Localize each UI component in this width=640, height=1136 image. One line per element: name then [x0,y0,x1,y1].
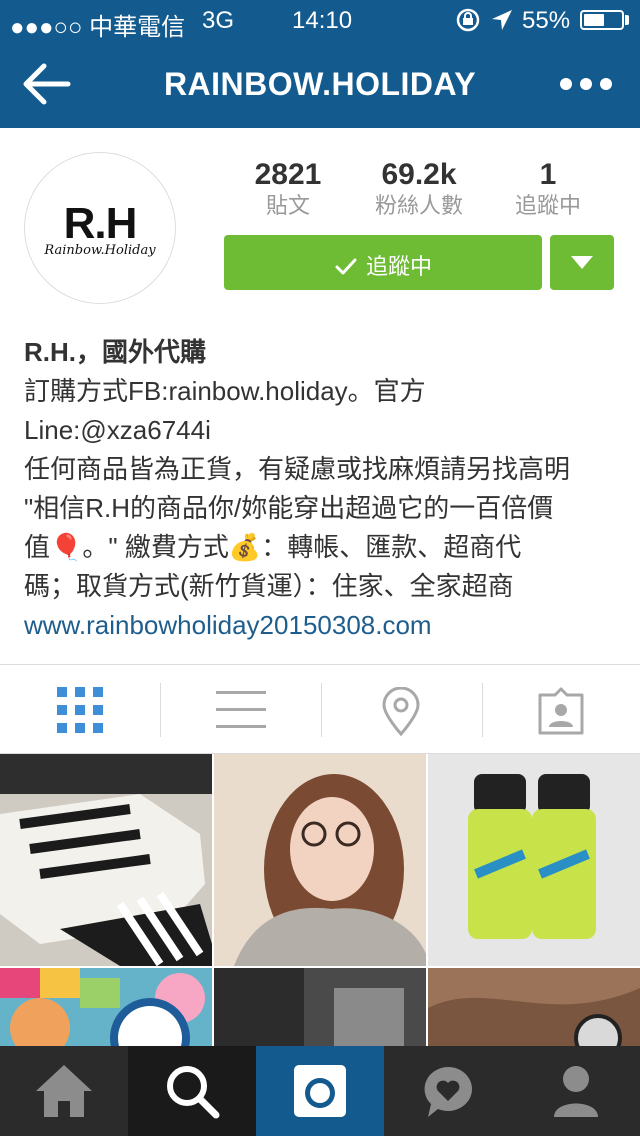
location-arrow-icon [492,10,512,30]
checkmark-icon [335,258,357,275]
tab-tagged-photos[interactable] [482,665,640,753]
profile-icon [554,1066,598,1117]
navigation-bar: RAINBOW.HOLIDAY [0,40,640,128]
page-title: RAINBOW.HOLIDAY [163,66,477,102]
photo-thumbnail[interactable] [428,754,640,966]
photo-thumbnail[interactable] [0,754,212,966]
following-count: 1 [539,158,557,191]
sneaker-photo-image [0,754,212,966]
bio-line: 訂購方式FB:rainbow.holiday。官方 [24,376,426,406]
posts-label: 貼文 [265,193,310,218]
battery-percent: 55% [522,7,571,34]
tab-profile[interactable] [512,1046,640,1136]
profile-avatar[interactable]: R.H Rainbow.Holiday [24,152,176,304]
activity-heart-icon [424,1067,472,1117]
tab-home[interactable] [0,1046,128,1136]
more-dots-icon [560,78,612,90]
location-pin-icon [382,687,420,737]
list-icon [216,691,266,728]
battery-level [584,14,604,26]
bio-line: 任何商品皆為正貨，有疑慮或找麻煩請另找高明 [24,454,571,484]
water-bottles-photo-image [428,754,640,966]
photo-grid [0,754,640,1046]
carrier-label: ●●●○○ 中華電信 [10,14,186,41]
portrait-photo-image [214,754,426,966]
camera-icon [294,1065,346,1117]
photo-thumbnail[interactable] [428,968,640,1046]
profile-name: R.H.，國外代購 [24,337,207,367]
profile-view-tabs [0,664,640,754]
fabric-watch-photo-image [428,968,640,1046]
bio-line: 碼；取貨方式(新竹貨運）：住家、全家超商 [24,571,514,601]
bottom-tab-bar [0,1046,640,1136]
more-options-button[interactable] [554,70,618,98]
rainbow-holiday-logo-photo-image [0,968,212,1046]
avatar-logo-text: R.H [63,199,138,248]
followers-count: 69.2k [381,158,457,191]
posts-stat: 2821 貼文 [218,158,358,220]
avatar-logo-subtext: Rainbow.Holiday [44,243,156,258]
followers-label: 粉絲人數 [374,193,463,218]
suggestions-dropdown-button[interactable] [550,235,614,290]
posts-count: 2821 [254,158,322,191]
following-label: 追蹤中 [514,193,581,218]
battery-icon [580,10,624,30]
search-icon [167,1066,220,1119]
tab-grid-view[interactable] [0,665,160,753]
website-link[interactable]: www.rainbowholiday20150308.com [24,606,624,645]
photo-thumbnail[interactable] [0,968,212,1046]
dark-interior-photo-image [214,968,426,1046]
tab-search[interactable] [128,1046,256,1136]
home-icon [36,1065,92,1117]
tab-map-view[interactable] [321,665,481,753]
chevron-down-icon [571,256,593,269]
tagged-photos-icon [538,687,584,735]
bio-line: "相信R.H的商品你/妳能穿出超過它的一百倍價 [24,493,554,523]
photo-thumbnail[interactable] [214,754,426,966]
network-label: 3G [202,7,235,34]
followers-stat[interactable]: 69.2k 粉絲人數 [349,158,489,220]
following-stat[interactable]: 1 追蹤中 [478,158,618,220]
tab-activity[interactable] [384,1046,512,1136]
battery-cap [625,15,629,25]
bio-line: 值🎈。" 繳費方式💰：轉帳、匯款、超商代 [24,532,522,562]
following-button-label: 追蹤中 [365,254,432,279]
bio-line: Line:@xza6744i [24,415,211,445]
tab-list-view[interactable] [160,665,320,753]
following-button[interactable]: 追蹤中 [224,235,542,290]
rotation-lock-icon [456,8,480,32]
grid-icon [57,687,103,733]
time-label: 14:10 [292,7,353,34]
profile-bio: R.H.，國外代購 訂購方式FB:rainbow.holiday。官方 Line… [24,333,624,645]
photo-thumbnail[interactable] [214,968,426,1046]
status-bar: ●●●○○ 中華電信 3G 14:10 55% [0,0,640,41]
tab-camera[interactable] [256,1046,384,1136]
